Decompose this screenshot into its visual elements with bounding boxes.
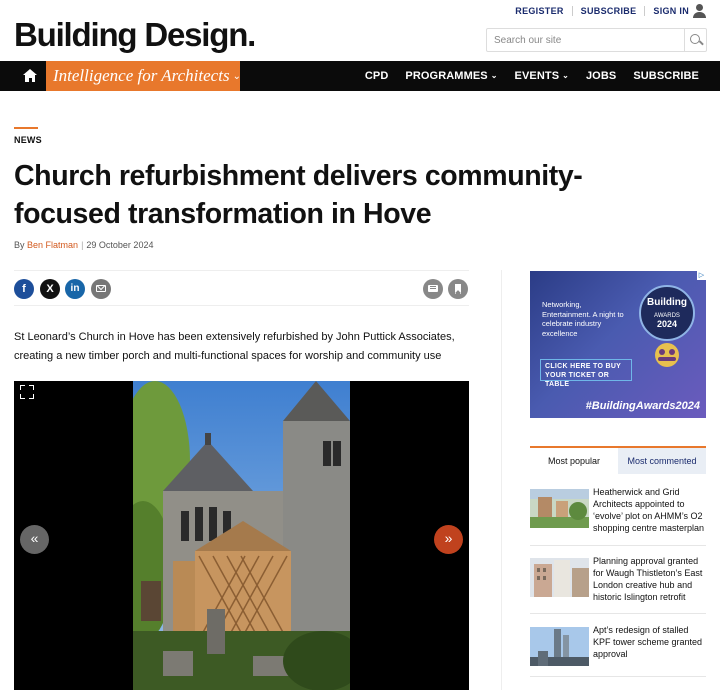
column-divider [501,270,502,690]
tab-most-popular[interactable]: Most popular [530,448,618,474]
byline-separator: | [81,240,84,250]
email-icon[interactable] [91,279,111,299]
chevron-down-icon: ⌄ [232,71,241,82]
share-bar: f X in [14,270,469,306]
search-icon[interactable] [684,29,706,51]
divider [530,676,706,677]
popular-item-title: Heatherwick and Grid Architects appointe… [593,487,705,533]
article-date: 29 October 2024 [86,240,154,250]
nav-subscribe[interactable]: SUBSCRIBE [633,70,699,82]
tab-most-commented[interactable]: Most commented [618,448,706,474]
church-photo [133,381,350,690]
tagline-menu[interactable]: Intelligence for Architects ⌄ [46,61,241,91]
bookmark-icon[interactable] [448,279,468,299]
popular-tabs: Most popular Most commented [530,446,706,474]
chevron-down-icon: ⌄ [562,71,569,80]
nav-cpd[interactable]: CPD [365,70,389,82]
site-logo[interactable]: Building Design. [14,16,256,54]
x-icon[interactable]: X [40,279,60,299]
gallery-prev-button[interactable]: « [20,525,49,554]
kicker-accent [14,127,38,129]
divider [530,545,706,546]
awards-badge: Building AWARDS 2024 [639,285,695,367]
article-kicker[interactable]: NEWS [14,135,42,145]
chevron-down-icon: ⌄ [490,71,498,80]
expand-icon[interactable] [20,385,34,399]
article-standfirst: St Leonard’s Church in Hove has been ext… [14,331,455,362]
nav-jobs[interactable]: JOBS [586,70,616,82]
nav-events[interactable]: EVENTS ⌄ [515,70,569,82]
gallery-next-button[interactable]: » [434,525,463,554]
ad-text: Networking, Entertainment. A night to ce… [542,300,624,338]
badge-year: 2024 [657,319,677,329]
thumbnail [530,489,589,528]
byline-prefix: By [14,240,25,250]
main-nav: Intelligence for Architects ⌄ CPD PROGRAM… [0,61,720,91]
popular-item-title: Apt’s redesign of stalled KPF tower sche… [593,625,703,659]
popular-item-title: Planning approval granted for Waugh This… [593,556,703,602]
author-link[interactable]: Ben Flatman [27,240,78,250]
badge-brand: Building [647,297,687,308]
linkedin-icon[interactable]: in [65,279,85,299]
sign-in-link[interactable]: SIGN IN [645,6,693,16]
nav-links: CPD PROGRAMMES ⌄ EVENTS ⌄ JOBS SUBSCRIBE [348,61,699,91]
facebook-icon[interactable]: f [14,279,34,299]
search-box [486,28,707,52]
subscribe-link[interactable]: SUBSCRIBE [573,6,646,16]
search-input[interactable] [487,34,684,46]
byline: By Ben Flatman | 29 October 2024 [14,240,153,250]
advertisement-banner[interactable]: ▷ Networking, Entertainment. A night to … [530,271,706,418]
register-link[interactable]: REGISTER [507,6,573,16]
thumbnail [530,627,589,666]
user-icon[interactable] [693,4,706,18]
home-icon[interactable] [14,61,46,91]
ad-choices-icon[interactable]: ▷ [697,271,706,280]
image-gallery: « » [14,381,469,690]
utility-links: REGISTER SUBSCRIBE SIGN IN [507,0,720,22]
ad-cta[interactable]: CLICK HERE TO BUY YOUR TICKET OR TABLE [540,359,632,388]
article-headline: Church refurbishment delivers community-… [14,160,583,230]
nav-events-label: EVENTS [514,70,560,82]
divider [530,613,706,614]
comment-icon[interactable] [423,279,443,299]
nav-programmes-label: PROGRAMMES [405,70,488,82]
ad-hashtag: #BuildingAwards2024 [585,400,700,412]
thumbnail [530,558,589,597]
nav-programmes[interactable]: PROGRAMMES ⌄ [405,70,497,82]
tagline-text: Intelligence for Architects [53,66,230,85]
